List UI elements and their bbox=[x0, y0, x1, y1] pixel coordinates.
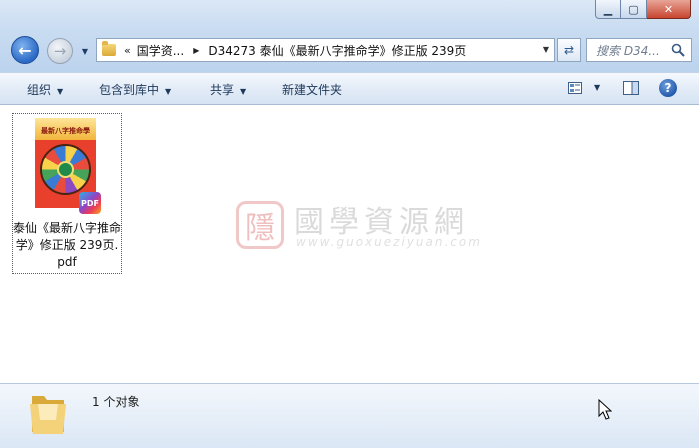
chevron-down-icon: ▼ bbox=[81, 46, 89, 56]
refresh-button[interactable]: ⇄ bbox=[557, 38, 581, 62]
search-input[interactable]: 搜索 D34... bbox=[596, 42, 670, 59]
details-pane: 1 个对象 bbox=[0, 383, 699, 448]
refresh-icon: ⇄ bbox=[563, 43, 575, 57]
change-view-icon[interactable] bbox=[568, 82, 582, 94]
mouse-cursor-icon bbox=[598, 399, 612, 420]
window-controls: ▁ ▢ ✕ bbox=[595, 0, 691, 20]
chevron-down-icon: ▼ bbox=[165, 87, 172, 96]
cover-title: 最新八字推命學 bbox=[41, 127, 90, 135]
share-menu[interactable]: 共享 ▼ bbox=[210, 81, 246, 98]
chevron-down-icon: ▼ bbox=[240, 87, 247, 96]
file-list[interactable]: 最新八字推命學 PDF 泰仙《最新八字推命学》修正版 239页.pdf 隱 國學… bbox=[0, 105, 699, 383]
file-name[interactable]: 泰仙《最新八字推命学》修正版 239页.pdf bbox=[13, 220, 121, 271]
folder-icon bbox=[102, 41, 116, 56]
file-item[interactable]: 最新八字推命學 PDF 泰仙《最新八字推命学》修正版 239页.pdf bbox=[12, 113, 122, 274]
breadcrumb-separator-icon[interactable]: ▶ bbox=[193, 46, 199, 55]
organize-menu[interactable]: 组织 ▼ bbox=[27, 81, 63, 98]
organize-label: 组织 bbox=[27, 83, 52, 97]
item-count: 1 个对象 bbox=[92, 395, 140, 409]
back-button[interactable]: ← bbox=[11, 36, 39, 64]
command-bar: 组织 ▼ 包含到库中 ▼ 共享 ▼ 新建文件夹 ▼ ? bbox=[0, 72, 699, 105]
close-button[interactable]: ✕ bbox=[647, 0, 691, 19]
cover-emblem bbox=[57, 161, 74, 178]
include-library-label: 包含到库中 bbox=[99, 83, 160, 97]
breadcrumb-overflow[interactable]: « bbox=[124, 44, 131, 57]
pdf-icon: PDF bbox=[79, 192, 101, 214]
title-bar: ▁ ▢ ✕ ← → ▼ « 国学资... ▶ D34273 泰仙《最新八字推命学… bbox=[0, 0, 699, 72]
address-bar[interactable]: « 国学资... ▶ D34273 泰仙《最新八字推命学》修正版 239页 ▼ bbox=[96, 38, 555, 62]
preview-pane-icon[interactable] bbox=[623, 81, 639, 95]
folder-icon bbox=[30, 396, 66, 434]
watermark-url: www.guoxueziyuan.com bbox=[296, 235, 482, 249]
share-label: 共享 bbox=[210, 83, 235, 97]
chevron-down-icon: ▼ bbox=[57, 87, 64, 96]
search-icon[interactable] bbox=[671, 43, 685, 57]
back-arrow-icon: ← bbox=[18, 40, 32, 60]
watermark: 隱 國學資源網 www.guoxueziyuan.com bbox=[236, 197, 480, 255]
recent-pages-button[interactable]: ▼ bbox=[80, 44, 90, 58]
breadcrumb-item[interactable]: 国学资... bbox=[137, 42, 184, 59]
help-icon: ? bbox=[664, 81, 672, 95]
help-button[interactable]: ? bbox=[659, 79, 677, 97]
navigation-bar: ← → ▼ « 国学资... ▶ D34273 泰仙《最新八字推命学》修正版 2… bbox=[0, 34, 699, 66]
pdf-badge-label: PDF bbox=[81, 198, 99, 208]
address-dropdown-icon[interactable]: ▼ bbox=[543, 45, 549, 54]
new-folder-button[interactable]: 新建文件夹 bbox=[282, 81, 342, 98]
explorer-window: ▁ ▢ ✕ ← → ▼ « 国学资... ▶ D34273 泰仙《最新八字推命学… bbox=[0, 0, 699, 448]
watermark-seal: 隱 bbox=[236, 201, 284, 249]
minimize-button[interactable]: ▁ bbox=[595, 0, 621, 19]
maximize-button[interactable]: ▢ bbox=[621, 0, 647, 19]
forward-button[interactable]: → bbox=[47, 38, 73, 64]
search-box[interactable]: 搜索 D34... bbox=[586, 38, 692, 62]
view-options-dropdown-icon[interactable]: ▼ bbox=[594, 83, 600, 92]
forward-arrow-icon: → bbox=[53, 42, 67, 60]
include-in-library-menu[interactable]: 包含到库中 ▼ bbox=[99, 81, 171, 98]
breadcrumb-current[interactable]: D34273 泰仙《最新八字推命学》修正版 239页 bbox=[208, 42, 466, 59]
